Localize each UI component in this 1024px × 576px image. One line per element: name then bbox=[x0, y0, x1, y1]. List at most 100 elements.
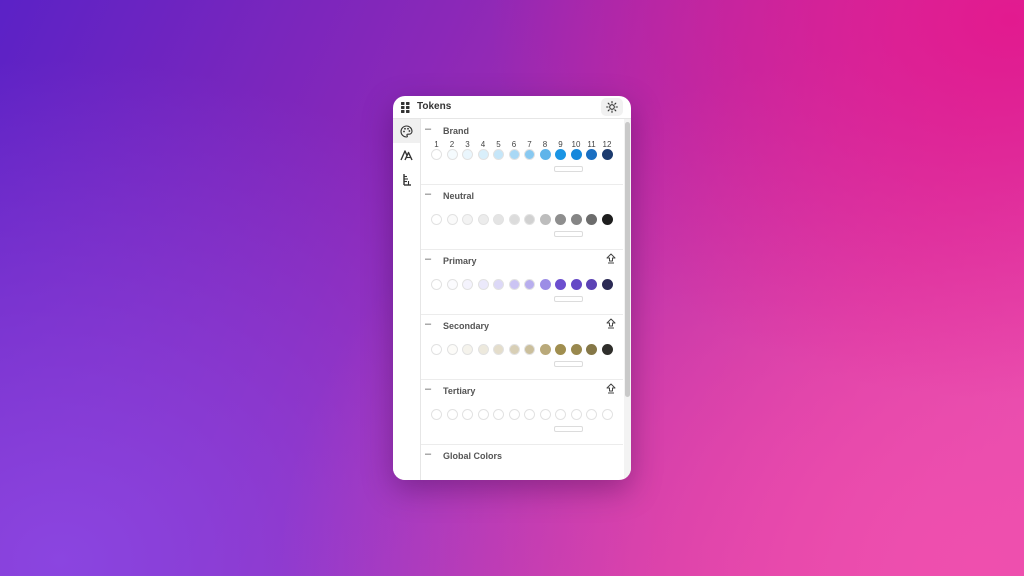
export-icon[interactable] bbox=[606, 383, 616, 394]
color-swatch[interactable] bbox=[586, 409, 597, 420]
scale-number: 3 bbox=[465, 140, 470, 149]
section-title: Tertiary bbox=[443, 386, 476, 396]
color-swatch[interactable] bbox=[524, 279, 535, 290]
scale-number: 1 bbox=[434, 140, 439, 149]
color-swatch[interactable] bbox=[601, 409, 613, 420]
color-swatch[interactable] bbox=[524, 409, 535, 420]
color-swatch[interactable] bbox=[524, 214, 535, 225]
scrollbar[interactable] bbox=[624, 119, 631, 480]
color-swatch[interactable] bbox=[493, 214, 504, 225]
color-swatch[interactable] bbox=[462, 279, 473, 290]
color-swatch[interactable] bbox=[539, 149, 551, 160]
color-swatch[interactable] bbox=[570, 409, 582, 420]
selection-indicator bbox=[554, 361, 583, 367]
section-secondary: – Secondary bbox=[421, 314, 623, 380]
color-swatch[interactable] bbox=[539, 279, 551, 290]
color-swatch[interactable] bbox=[508, 214, 520, 225]
color-swatch[interactable] bbox=[477, 409, 489, 420]
color-swatch[interactable] bbox=[601, 344, 613, 355]
color-swatch[interactable] bbox=[555, 214, 566, 225]
color-swatch[interactable] bbox=[555, 279, 566, 290]
section-title: Neutral bbox=[443, 191, 475, 201]
color-swatch[interactable] bbox=[446, 279, 458, 290]
color-swatch[interactable] bbox=[462, 344, 473, 355]
color-swatch[interactable] bbox=[446, 149, 458, 160]
scale-number: 12 bbox=[602, 140, 612, 149]
collapse-toggle[interactable]: – bbox=[425, 449, 431, 460]
selection-indicator bbox=[554, 166, 583, 172]
color-swatch[interactable] bbox=[446, 214, 458, 225]
color-swatch[interactable] bbox=[539, 409, 551, 420]
scrollbar-thumb[interactable] bbox=[625, 122, 630, 397]
panel-title: Tokens bbox=[417, 101, 452, 112]
color-swatch[interactable] bbox=[524, 149, 535, 160]
color-swatch[interactable] bbox=[555, 149, 566, 160]
color-swatch[interactable] bbox=[570, 149, 582, 160]
color-swatch[interactable] bbox=[570, 344, 582, 355]
color-swatch[interactable] bbox=[477, 279, 489, 290]
color-swatch[interactable] bbox=[539, 344, 551, 355]
collapse-toggle[interactable]: – bbox=[425, 319, 431, 330]
theme-toggle-button[interactable] bbox=[601, 98, 623, 116]
color-swatch[interactable] bbox=[586, 344, 597, 355]
color-swatch[interactable] bbox=[431, 149, 442, 160]
scale-number: 10 bbox=[571, 140, 581, 149]
section-global-colors: – Global Colors bbox=[421, 444, 623, 480]
color-swatch[interactable] bbox=[601, 279, 613, 290]
color-swatch[interactable] bbox=[555, 344, 566, 355]
color-swatch[interactable] bbox=[508, 409, 520, 420]
color-swatch[interactable] bbox=[586, 214, 597, 225]
selection-indicator bbox=[554, 231, 583, 237]
collapse-toggle[interactable]: – bbox=[425, 384, 431, 395]
color-swatch[interactable] bbox=[431, 409, 442, 420]
color-swatch[interactable] bbox=[493, 279, 504, 290]
color-swatch[interactable] bbox=[462, 149, 473, 160]
color-swatch[interactable] bbox=[555, 409, 566, 420]
color-swatch[interactable] bbox=[586, 149, 597, 160]
export-icon[interactable] bbox=[606, 253, 616, 264]
color-swatch[interactable] bbox=[477, 344, 489, 355]
collapse-toggle[interactable]: – bbox=[425, 254, 431, 265]
color-swatch[interactable] bbox=[431, 279, 442, 290]
color-swatch[interactable] bbox=[570, 214, 582, 225]
color-swatch[interactable] bbox=[493, 149, 504, 160]
color-swatch[interactable] bbox=[586, 279, 597, 290]
tab-spacing[interactable] bbox=[393, 167, 420, 191]
side-rail bbox=[393, 119, 421, 480]
color-swatch[interactable] bbox=[508, 279, 520, 290]
color-swatch[interactable] bbox=[431, 214, 442, 225]
scale-number: 7 bbox=[527, 140, 532, 149]
section-tertiary: – Tertiary bbox=[421, 379, 623, 445]
scale-number: 5 bbox=[496, 140, 501, 149]
color-swatch[interactable] bbox=[462, 214, 473, 225]
color-swatch[interactable] bbox=[601, 149, 613, 160]
color-swatch[interactable] bbox=[446, 344, 458, 355]
grid-icon bbox=[401, 102, 410, 113]
color-swatch[interactable] bbox=[508, 149, 520, 160]
color-swatch[interactable] bbox=[570, 279, 582, 290]
scale-number: 6 bbox=[511, 140, 517, 149]
section-title: Primary bbox=[443, 256, 477, 266]
color-swatch[interactable] bbox=[539, 214, 551, 225]
color-swatch[interactable] bbox=[601, 214, 613, 225]
palette-icon bbox=[400, 124, 413, 138]
tab-colors[interactable] bbox=[393, 119, 420, 143]
selection-indicator bbox=[554, 426, 583, 432]
scale-number: 2 bbox=[449, 140, 455, 149]
color-swatch[interactable] bbox=[508, 344, 520, 355]
export-icon[interactable] bbox=[606, 318, 616, 329]
color-swatch[interactable] bbox=[431, 344, 442, 355]
color-swatch[interactable] bbox=[446, 409, 458, 420]
panel-header: Tokens bbox=[393, 96, 631, 119]
color-swatch[interactable] bbox=[524, 344, 535, 355]
tab-typography[interactable] bbox=[393, 143, 420, 167]
collapse-toggle[interactable]: – bbox=[425, 189, 431, 200]
section-title: Secondary bbox=[443, 321, 490, 331]
color-swatch[interactable] bbox=[493, 409, 504, 420]
color-swatch[interactable] bbox=[462, 409, 473, 420]
color-swatch[interactable] bbox=[493, 344, 504, 355]
color-swatch[interactable] bbox=[477, 149, 489, 160]
collapse-toggle[interactable]: – bbox=[425, 124, 431, 135]
section-neutral: – Neutral bbox=[421, 184, 623, 250]
color-swatch[interactable] bbox=[477, 214, 489, 225]
